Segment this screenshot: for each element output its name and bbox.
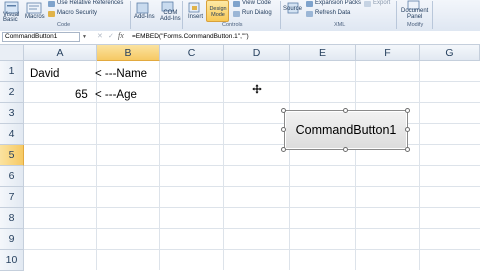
gridline <box>24 186 480 187</box>
insert-label: Insert <box>188 14 204 20</box>
macro-security-button[interactable]: Macro Security <box>57 10 97 16</box>
export-icon <box>364 1 371 7</box>
addins-label: Add-Ins <box>134 14 155 20</box>
column-header-e[interactable]: E <box>290 45 356 61</box>
ribbon-separator <box>182 1 183 29</box>
ribbon-separator <box>396 1 397 29</box>
formula-bar: CommandButton1 ▼ ✕ ✓ fx =EMBED("Forms.Co… <box>0 31 480 45</box>
ribbon-separator <box>130 1 131 29</box>
gridline <box>24 81 480 82</box>
resize-handle[interactable] <box>405 108 410 113</box>
cancel-icon[interactable]: ✕ <box>97 32 103 40</box>
column-header-d[interactable]: D <box>224 45 290 61</box>
xml-group-label: XML <box>334 22 346 28</box>
resize-handle[interactable] <box>405 127 410 132</box>
insert-function-icon[interactable]: fx <box>118 31 124 40</box>
resize-handle[interactable] <box>343 108 348 113</box>
code-group-label: Code <box>57 22 71 28</box>
ribbon: Visual Basic Macros Use Relative Referenc… <box>0 0 480 32</box>
source-label: Source <box>283 6 303 12</box>
run-dialog-icon <box>233 11 240 17</box>
row-header-8[interactable]: 8 <box>0 208 24 229</box>
ribbon-separator <box>432 1 433 29</box>
cell-b2[interactable]: < ---Age <box>95 85 137 106</box>
gridline <box>24 123 480 124</box>
controls-group-label: Controls <box>222 22 243 28</box>
row-header-4[interactable]: 4 <box>0 124 24 145</box>
resize-handle[interactable] <box>343 147 348 152</box>
document-panel-label: Document Panel <box>401 8 429 20</box>
command-button[interactable]: CommandButton1 <box>284 110 408 150</box>
design-mode-button[interactable]: Design Mode <box>206 0 229 22</box>
gridline <box>24 207 480 208</box>
resize-handle[interactable] <box>281 127 286 132</box>
row-header-3[interactable]: 3 <box>0 103 24 124</box>
cell-b1[interactable]: < ---Name <box>95 64 147 85</box>
gridline <box>24 165 480 166</box>
row-header-1[interactable]: 1 <box>0 61 24 82</box>
row-header-9[interactable]: 9 <box>0 229 24 250</box>
column-header-g[interactable]: G <box>420 45 480 61</box>
cell-a2[interactable]: 65 <box>75 85 88 106</box>
resize-handle[interactable] <box>405 147 410 152</box>
view-code-button[interactable]: View Code <box>242 0 271 6</box>
warning-icon <box>48 11 55 17</box>
refresh-data-icon <box>306 11 313 17</box>
ribbon-separator <box>280 1 281 29</box>
gridline <box>24 228 480 229</box>
expansion-packs-icon <box>306 1 313 7</box>
column-header-b[interactable]: B <box>97 45 160 61</box>
refresh-data-button[interactable]: Refresh Data <box>315 10 350 16</box>
gridline <box>24 249 480 250</box>
use-relative-references-button[interactable]: Use Relative References <box>57 0 123 6</box>
row-header-6[interactable]: 6 <box>0 166 24 187</box>
relative-refs-icon <box>48 1 55 7</box>
visual-basic-label: Visual Basic <box>3 12 20 23</box>
macros-label: Macros <box>25 14 45 20</box>
move-cursor-icon <box>252 84 262 94</box>
row-header-2[interactable]: 2 <box>0 82 24 103</box>
export-button[interactable]: Export <box>373 0 390 6</box>
run-dialog-button[interactable]: Run Dialog <box>242 10 272 16</box>
formula-input[interactable]: =EMBED("Forms.CommandButton.1","") <box>132 32 478 42</box>
select-all-corner[interactable] <box>0 45 24 61</box>
resize-handle[interactable] <box>281 147 286 152</box>
row-header-5[interactable]: 5 <box>0 145 24 166</box>
name-box[interactable]: CommandButton1 <box>2 32 80 42</box>
cell-a1[interactable]: David <box>30 64 59 85</box>
view-code-icon <box>233 1 240 7</box>
gridline <box>24 102 480 103</box>
design-mode-label: Design Mode <box>209 6 227 18</box>
row-header-7[interactable]: 7 <box>0 187 24 208</box>
gridline <box>24 144 480 145</box>
modify-group-label: Modify <box>407 22 424 28</box>
column-header-a[interactable]: A <box>24 45 97 61</box>
chevron-down-icon[interactable]: ▼ <box>82 32 90 42</box>
row-header-10[interactable]: 10 <box>0 250 24 271</box>
resize-handle[interactable] <box>281 108 286 113</box>
enter-icon[interactable]: ✓ <box>108 32 114 40</box>
expansion-packs-button[interactable]: Expansion Packs <box>315 0 361 6</box>
column-header-c[interactable]: C <box>160 45 224 61</box>
com-addins-label: COM Add-Ins <box>160 10 181 22</box>
column-header-f[interactable]: F <box>356 45 420 61</box>
